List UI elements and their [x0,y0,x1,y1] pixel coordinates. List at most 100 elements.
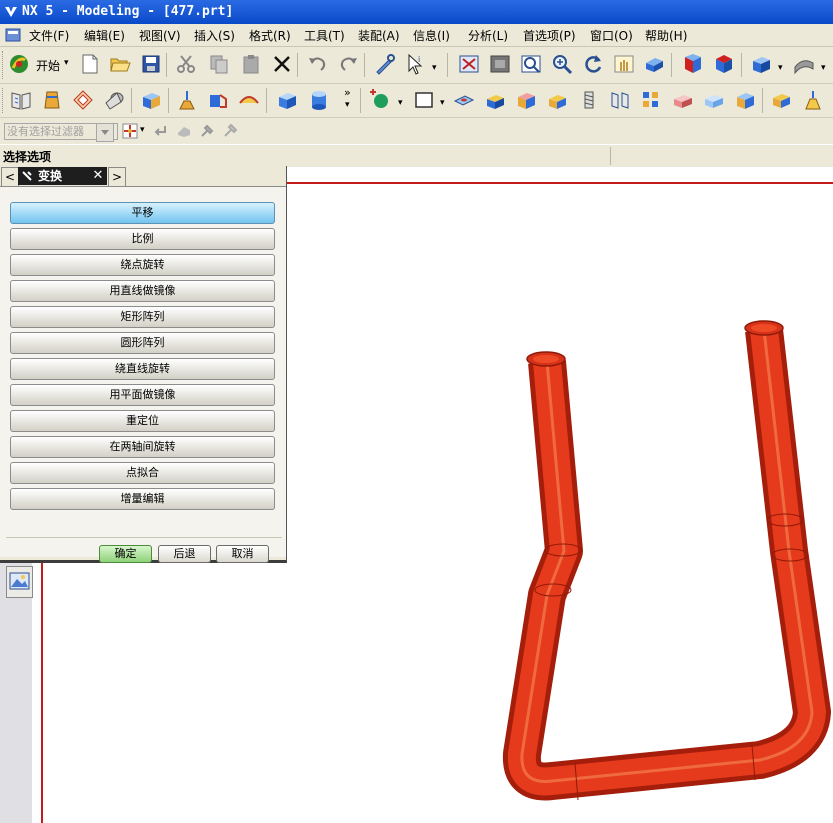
extrude-icon[interactable] [41,89,63,111]
datum-dropdown-icon[interactable]: ▾ [398,98,403,108]
rectangle-icon[interactable] [413,89,435,111]
menu-analysis[interactable]: 分析(L) [468,27,508,44]
undo-icon[interactable] [306,53,328,75]
menu-preferences[interactable]: 首选项(P) [523,27,576,44]
snap-settings-icon[interactable] [199,123,215,139]
zoom-icon[interactable] [551,53,573,75]
snap-point-icon[interactable] [121,122,139,140]
menu-window[interactable]: 窗口(O) [590,27,633,44]
pocket-icon[interactable] [515,89,537,111]
snap-dropdown-icon[interactable]: ▾ [140,125,145,135]
start-icon[interactable] [8,53,30,75]
option-rotate-about-line[interactable]: 绕直线旋转 [10,358,275,380]
next-icon[interactable]: > [108,167,126,187]
feature-toolbar: » ▾ ▾ ▾ [0,84,833,118]
sketch-book-icon[interactable] [10,89,32,111]
standard-toolbar: 开始 ▾ i ▾ ▾ ▾ [0,47,833,84]
app-menu-icon[interactable] [5,27,21,43]
rotate-icon[interactable] [582,53,604,75]
option-translate[interactable]: 平移 [10,202,275,224]
datum-point-icon[interactable] [368,89,390,111]
select-dropdown-icon[interactable]: ▾ [432,63,437,73]
chamfer-icon[interactable] [207,89,229,111]
copy-icon[interactable] [208,53,230,75]
zoom-window-icon[interactable] [489,53,511,75]
prev-icon[interactable]: < [1,167,19,187]
pad-icon[interactable] [546,89,568,111]
toolbar-grip[interactable] [2,88,6,113]
move-to-layer-icon[interactable] [713,53,735,75]
menu-format[interactable]: 格式(R) [249,27,291,44]
ok-button[interactable]: 确定 [99,545,152,563]
toolbar-grip[interactable] [2,51,6,79]
block-dropdown-icon[interactable]: ▾ [778,63,783,73]
block-icon[interactable] [750,53,772,75]
trim-body-icon[interactable] [672,89,694,111]
solid-icon[interactable] [140,89,162,111]
unite-icon[interactable] [734,89,756,111]
redo-icon[interactable] [338,53,360,75]
surface-icon[interactable] [793,53,815,75]
paste-icon[interactable] [240,53,262,75]
box-icon[interactable] [276,89,298,111]
start-button[interactable]: 开始 [36,57,60,74]
zoom-box-icon[interactable] [520,53,542,75]
dialog-header: < 变换 ✕ > [0,166,128,187]
option-rectangular-array[interactable]: 矩形阵列 [10,306,275,328]
menu-file[interactable]: 文件(F) [29,27,69,44]
menu-view[interactable]: 视图(V) [139,27,181,44]
revolve-icon[interactable] [72,89,94,111]
thread-icon[interactable] [578,89,600,111]
toolbar-options-dropdown-icon[interactable]: ▾ [345,100,350,110]
edit-object-icon[interactable] [374,53,396,75]
delete-icon[interactable] [271,53,293,75]
option-reposition[interactable]: 重定位 [10,410,275,432]
pan-icon[interactable] [613,53,635,75]
cut-icon[interactable] [175,53,197,75]
menu-tools[interactable]: 工具(T) [304,27,345,44]
select-icon[interactable]: i [405,53,427,75]
split-body-icon[interactable] [703,89,725,111]
chevron-down-icon [101,130,109,135]
menu-edit[interactable]: 编辑(E) [84,27,125,44]
rectangle-dropdown-icon[interactable]: ▾ [440,98,445,108]
close-icon[interactable]: ✕ [89,167,107,185]
option-incremental-edit[interactable]: 增量编辑 [10,488,275,510]
pattern-icon[interactable] [640,89,662,111]
menu-assembly[interactable]: 装配(A) [358,27,400,44]
surface-dropdown-icon[interactable]: ▾ [821,63,826,73]
fit-icon[interactable] [458,53,480,75]
return-icon[interactable] [152,123,168,139]
instance-icon[interactable] [609,89,631,111]
tube-icon[interactable] [103,89,125,111]
back-button[interactable]: 后退 [158,545,211,563]
shaded-view-icon[interactable] [643,53,665,75]
option-mirror-through-line[interactable]: 用直线做镜像 [10,280,275,302]
layer-settings-icon[interactable] [682,53,704,75]
cylinder-icon[interactable] [308,89,330,111]
taper-icon[interactable] [802,89,824,111]
new-icon[interactable] [79,53,101,75]
option-scale[interactable]: 比例 [10,228,275,250]
menu-insert[interactable]: 插入(S) [194,27,235,44]
open-icon[interactable] [109,53,131,75]
blend-icon[interactable] [238,89,260,111]
cancel-button[interactable]: 取消 [216,545,269,563]
menu-information[interactable]: 信息(I) [413,27,450,44]
solid-filter-icon[interactable] [176,123,192,139]
tool-icon[interactable] [222,123,238,139]
option-circular-array[interactable]: 圆形阵列 [10,332,275,354]
option-mirror-through-plane[interactable]: 用平面做镜像 [10,384,275,406]
boss-icon[interactable] [484,89,506,111]
save-icon[interactable] [140,53,162,75]
hole-icon[interactable] [453,89,475,111]
filter-dropdown-arrow[interactable] [96,123,114,142]
start-dropdown-icon[interactable]: ▾ [64,58,69,68]
option-rotate-about-point[interactable]: 绕点旋转 [10,254,275,276]
menu-help[interactable]: 帮助(H) [645,27,687,44]
toolbar-overflow-icon[interactable]: » [344,86,351,99]
draft-icon[interactable] [176,89,198,111]
option-rotate-between-axes[interactable]: 在两轴间旋转 [10,436,275,458]
offset-face-icon[interactable] [770,89,792,111]
option-point-fit[interactable]: 点拟合 [10,462,275,484]
